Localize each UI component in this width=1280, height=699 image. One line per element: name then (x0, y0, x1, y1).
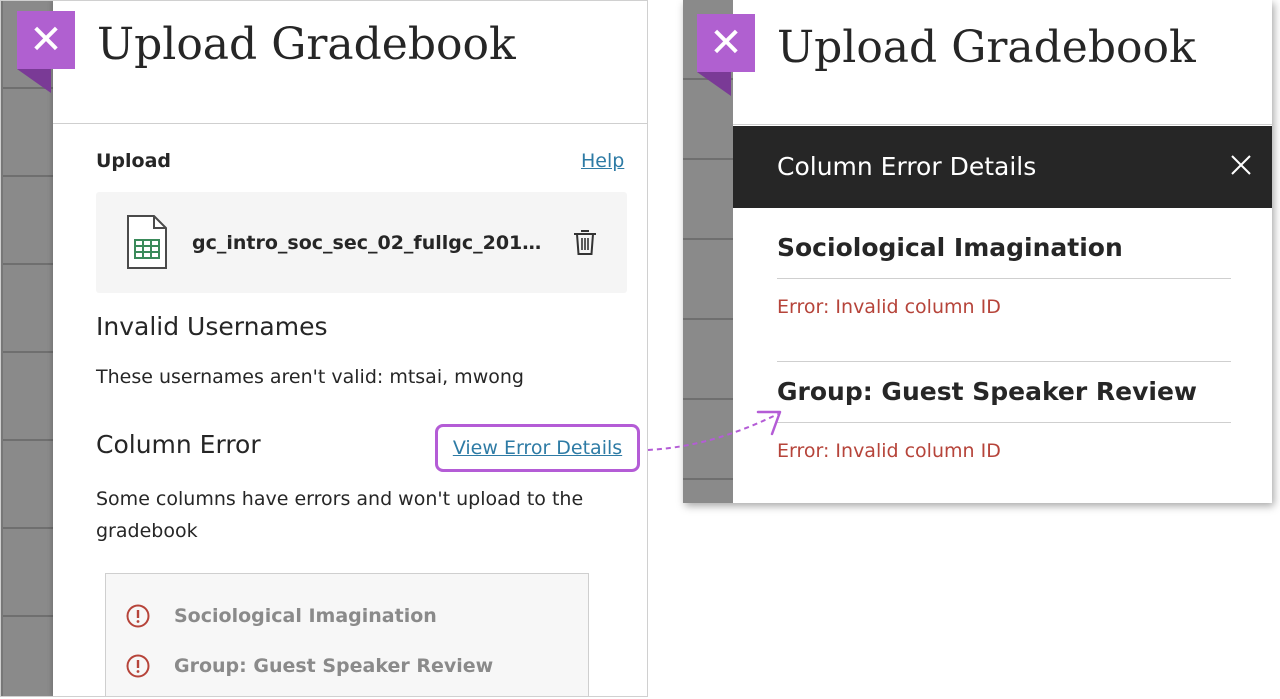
header-divider (733, 124, 1272, 125)
view-error-details-link[interactable]: View Error Details (453, 437, 622, 459)
trash-icon[interactable] (572, 228, 598, 256)
alert-icon (126, 604, 150, 628)
column-error-text: Some columns have errors and won't uploa… (96, 488, 584, 542)
alert-icon (126, 654, 150, 678)
invalid-usernames-text: These usernames aren't valid: mtsai, mwo… (96, 366, 524, 388)
divider (777, 361, 1231, 362)
file-name: gc_intro_soc_sec_02_fullgc_2018-0... (192, 232, 552, 254)
upload-gradebook-panel: ✕ Upload Gradebook Upload Help gc_intro_… (0, 0, 648, 697)
header-divider (53, 123, 647, 124)
column-error-list: Sociological Imagination Group: Guest Sp… (105, 573, 589, 696)
close-tab-fold (697, 72, 731, 96)
column-error-details-panel: ✕ Upload Gradebook Column Error Details … (683, 0, 1272, 503)
column-error-heading: Column Error (96, 430, 261, 459)
help-link[interactable]: Help (581, 150, 624, 172)
error-column-heading: Group: Guest Speaker Review (777, 377, 1198, 406)
view-error-details-highlight: View Error Details (435, 424, 640, 472)
error-item-label: Sociological Imagination (174, 605, 437, 627)
close-icon: ✕ (709, 20, 743, 66)
divider (777, 278, 1231, 279)
close-tab-fold (17, 69, 51, 93)
list-item: Sociological Imagination (126, 604, 437, 628)
spreadsheet-file-icon (127, 215, 167, 269)
close-button[interactable]: ✕ (697, 14, 755, 72)
error-message: Error: Invalid column ID (777, 296, 1001, 318)
error-column-heading: Sociological Imagination (777, 233, 1123, 262)
page-title: Upload Gradebook (777, 22, 1196, 73)
invalid-usernames-heading: Invalid Usernames (96, 312, 328, 341)
background-gradebook-strip (1, 1, 53, 696)
details-title: Column Error Details (777, 152, 1037, 181)
close-icon: ✕ (29, 17, 63, 63)
page-title: Upload Gradebook (97, 19, 516, 70)
uploaded-file-card: gc_intro_soc_sec_02_fullgc_2018-0... (96, 192, 627, 293)
list-item: Group: Guest Speaker Review (126, 654, 493, 678)
close-icon[interactable] (1226, 150, 1256, 180)
upload-section-label: Upload (96, 150, 172, 172)
error-message: Error: Invalid column ID (777, 440, 1001, 462)
divider (777, 422, 1231, 423)
error-item-label: Group: Guest Speaker Review (174, 655, 494, 677)
close-button[interactable]: ✕ (17, 11, 75, 69)
details-header-bar: Column Error Details (733, 126, 1272, 208)
